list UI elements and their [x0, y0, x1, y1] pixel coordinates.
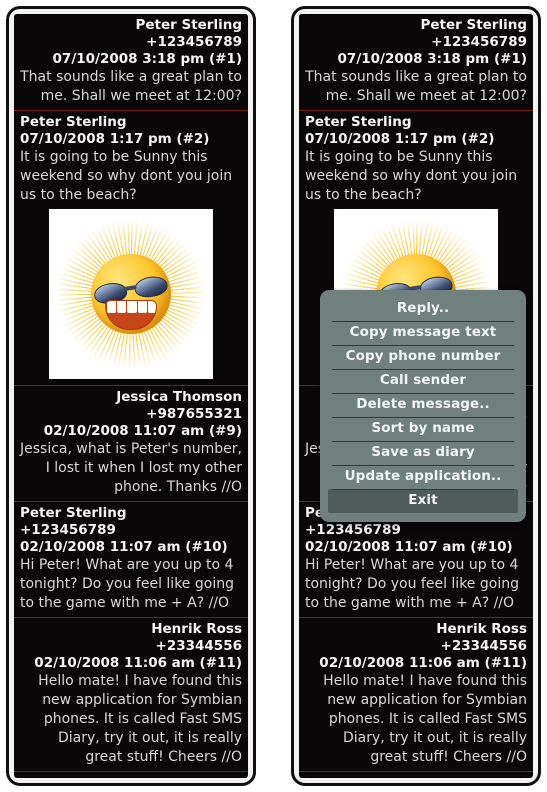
message-body-text: That sounds like a great plan to me. Sha…: [305, 69, 527, 104]
message-body-text: Hi Peter! What are you up to 4 tonight? …: [305, 557, 519, 611]
message-body-text: Hi Peter! What are you up to 4 tonight? …: [20, 557, 234, 611]
message-sender-name: Peter Sterling: [305, 114, 412, 130]
context-menu-item[interactable]: Reply..: [320, 297, 526, 321]
message-timestamp: 02/10/2008 11:06 am (#11): [34, 655, 242, 671]
message-timestamp: 02/10/2008 11:06 am (#11): [319, 655, 527, 671]
message-timestamp: 07/10/2008 3:18 pm (#1): [52, 51, 242, 67]
context-menu-item[interactable]: Copy message text: [320, 321, 526, 345]
message-attachment-image[interactable]: [49, 209, 213, 379]
message-item[interactable]: Peter Sterling+12345678902/10/2008 11:07…: [14, 501, 248, 617]
context-menu[interactable]: Reply.. Copy message text Copy phone numbe…: [320, 290, 526, 522]
context-menu-item[interactable]: Exit: [328, 489, 518, 513]
message-body-text: It is going to be Sunny this weekend so …: [20, 149, 233, 203]
message-timestamp: 07/10/2008 3:18 pm (#1): [337, 51, 527, 67]
sun-mouth: [105, 300, 157, 330]
message-timestamp: 02/10/2008 11:07 am (#10): [305, 539, 513, 555]
message-body-text: It is going to be Sunny this weekend so …: [305, 149, 518, 203]
message-sender-name: Peter Sterling: [420, 17, 527, 33]
sunglasses-lens-r: [133, 274, 169, 300]
context-menu-item[interactable]: Sort by name: [320, 417, 526, 441]
message-sender-name: Henrik Ross: [436, 621, 527, 637]
message-screen-left[interactable]: Peter Sterling +123456789 07/10/2008 3:18 …: [14, 14, 248, 778]
message-list-left[interactable]: Peter Sterling +123456789 07/10/2008 3:18 …: [14, 14, 248, 778]
message-sender-phone: +123456789: [305, 522, 401, 538]
message-timestamp: 07/10/2008 1:17 pm (#2): [305, 131, 495, 147]
sun-tooth: [107, 301, 117, 313]
sun-tooth: [147, 301, 156, 313]
phone-panel-right: Peter Sterling +123456789 07/10/2008 3:18 …: [291, 6, 541, 786]
screenshot-stage: Peter Sterling +123456789 07/10/2008 3:18 …: [0, 0, 547, 792]
sun-tooth: [137, 301, 147, 313]
message-item[interactable]: Peter Sterling +123456789 07/10/2008 3:18 …: [299, 14, 533, 110]
message-body-text: That sounds like a great plan to me. Sha…: [20, 69, 242, 104]
message-item[interactable]: Jessica Thomson+98765532102/10/2008 11:0…: [14, 385, 248, 501]
message-screen-right[interactable]: Peter Sterling +123456789 07/10/2008 3:18 …: [299, 14, 533, 778]
message-timestamp: 07/10/2008 1:17 pm (#2): [20, 131, 210, 147]
context-menu-item[interactable]: Save as diary: [320, 441, 526, 465]
message-sender-phone: +987655321: [146, 406, 242, 422]
sun-tooth: [117, 301, 127, 313]
message-body-text: Hello mate! I have found this new applic…: [323, 673, 527, 765]
message-sender-phone: +123456789: [20, 522, 116, 538]
phone-panel-left: Peter Sterling +123456789 07/10/2008 3:18 …: [6, 6, 256, 786]
message-sender-phone: +23344556: [440, 638, 527, 654]
context-menu-item[interactable]: Copy phone number: [320, 345, 526, 369]
message-sender-phone: +123456789: [146, 34, 242, 50]
sun-with-sunglasses-icon: [56, 219, 206, 369]
sun-teeth: [107, 301, 156, 313]
message-sender-name: Jessica Thomson: [116, 389, 242, 405]
message-body-text: Hello mate! I have found this new applic…: [38, 673, 242, 765]
message-sender-name: Peter Sterling: [135, 17, 242, 33]
message-timestamp: 02/10/2008 11:07 am (#9): [43, 423, 242, 439]
sun-tooth: [127, 301, 137, 313]
message-sender-name: Henrik Ross: [151, 621, 242, 637]
message-body-text: Jessica, what is Peter's number, I lost …: [20, 441, 242, 495]
message-item[interactable]: Henrik Ross +23344556 02/10/2008 11:06 am …: [299, 617, 533, 772]
message-timestamp: 02/10/2008 11:07 am (#10): [20, 539, 228, 555]
message-item[interactable]: Peter Sterling +123456789 07/10/2008 3:18 …: [14, 14, 248, 110]
message-sender-phone: +123456789: [431, 34, 527, 50]
message-item[interactable]: Henrik Ross +23344556 02/10/2008 11:06 am …: [14, 617, 248, 772]
message-sender-name: Peter Sterling: [20, 114, 127, 130]
context-menu-item[interactable]: Delete message..: [320, 393, 526, 417]
context-menu-item[interactable]: Update application..: [320, 465, 526, 489]
message-sender-phone: +23344556: [155, 638, 242, 654]
sun-face: [91, 254, 171, 334]
context-menu-item[interactable]: Call sender: [320, 369, 526, 393]
message-item[interactable]: Peter Sterling 07/10/2008 1:17 pm (#2) It …: [14, 110, 248, 385]
message-sender-name: Peter Sterling: [20, 505, 127, 521]
